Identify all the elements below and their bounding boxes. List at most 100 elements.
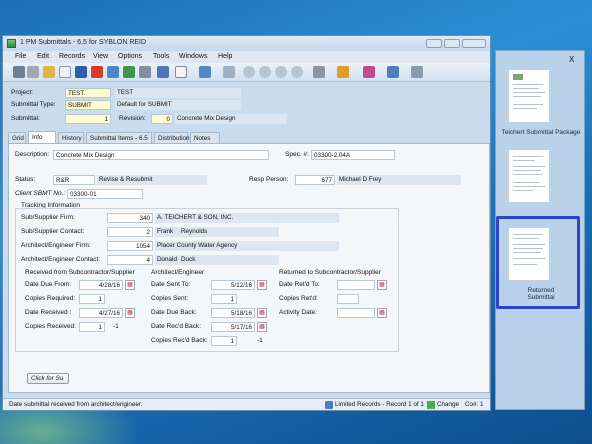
description-field[interactable]: Concrete Mix Design: [53, 150, 269, 160]
date-received-field[interactable]: 4/27/16: [79, 308, 123, 318]
menu-view[interactable]: View: [93, 53, 108, 60]
attach-icon[interactable]: [313, 66, 325, 78]
project-code-field[interactable]: TEST.: [65, 88, 111, 98]
revision-number-field[interactable]: 0: [151, 114, 173, 124]
last-record-icon[interactable]: [291, 66, 303, 78]
menu-file[interactable]: File: [15, 53, 26, 60]
date-retd-to-field[interactable]: [337, 280, 375, 290]
resp-person-id-field[interactable]: 677: [295, 175, 335, 185]
sub-firm-id-field[interactable]: 340: [107, 213, 153, 223]
sub-firm-label: Sub/Supplier Firm:: [21, 214, 75, 221]
thumbnail-label: Teichert Submittal Package: [501, 129, 581, 136]
document-thumbnail[interactable]: [508, 149, 550, 203]
date-sent-to-label: Date Sent To:: [151, 281, 191, 288]
copies-retd-field[interactable]: [337, 294, 359, 304]
resp-person-label: Resp Person:: [249, 176, 289, 183]
workflow-icon[interactable]: [337, 66, 349, 78]
folder-icon[interactable]: [43, 66, 55, 78]
copies-received-field[interactable]: 1: [79, 322, 105, 332]
calendar-icon[interactable]: ▦: [377, 280, 387, 290]
close-button[interactable]: [462, 39, 486, 48]
received-title: Received from Subcontractor/Supplier: [25, 269, 135, 276]
tab-info[interactable]: Info: [28, 131, 56, 143]
status-message: Date submittal received from architect/e…: [9, 401, 143, 408]
tab-notes[interactable]: Notes: [190, 132, 220, 143]
spec-label: Spec. #:: [285, 151, 309, 158]
maximize-button[interactable]: [444, 39, 460, 48]
report-icon[interactable]: [157, 66, 169, 78]
copies-sent-field[interactable]: 1: [211, 294, 237, 304]
calendar-icon[interactable]: ▦: [257, 322, 267, 332]
date-recd-back-field[interactable]: 5/17/16: [211, 322, 255, 332]
menu-edit[interactable]: Edit: [37, 53, 49, 60]
status-desc: Revise & Resubmit: [97, 175, 207, 185]
calendar-icon[interactable]: ▦: [125, 308, 135, 318]
calendar-icon[interactable]: ▦: [377, 308, 387, 318]
print-icon[interactable]: [13, 66, 25, 78]
status-code-field[interactable]: R&R: [53, 175, 95, 185]
check-icon[interactable]: [223, 66, 235, 78]
undo-icon[interactable]: [107, 66, 119, 78]
menu-tools[interactable]: Tools: [153, 53, 169, 60]
tab-submittal-items[interactable]: Submittal Items - 6.5: [86, 132, 152, 143]
menu-records[interactable]: Records: [59, 53, 85, 60]
toolbar: [3, 63, 490, 82]
arch-firm-id-field[interactable]: 1054: [107, 241, 153, 251]
status-label: Status:: [15, 176, 36, 183]
sub-contact-label: Sub/Supplier Contact:: [21, 228, 85, 235]
date-recd-back-label: Date Rec'd Back:: [151, 323, 202, 330]
copies-recd-back-balance: -1: [257, 337, 263, 344]
change-status: Change: [437, 401, 460, 408]
click-for-summary-button[interactable]: Click for Su: [27, 373, 69, 384]
date-due-from-label: Date Due From:: [25, 281, 72, 288]
side-pane-close-button[interactable]: X: [569, 55, 574, 64]
submittal-number-field[interactable]: 1: [65, 114, 111, 124]
arch-contact-last: Duck: [179, 255, 279, 265]
minimize-button[interactable]: [426, 39, 442, 48]
first-record-icon[interactable]: [243, 66, 255, 78]
resp-person-name: Michael D Frey: [337, 175, 461, 185]
copies-sent-label: Copies Sent:: [151, 295, 189, 302]
logo-icon: [513, 74, 523, 80]
new-record-icon[interactable]: [59, 66, 71, 78]
tab-distribution[interactable]: Distribution: [154, 132, 190, 143]
calendar-icon[interactable]: ▦: [257, 308, 267, 318]
edit-icon[interactable]: [363, 66, 375, 78]
arch-contact-id-field[interactable]: 4: [107, 255, 153, 265]
submittal-type-field[interactable]: SUBMIT: [65, 100, 111, 110]
activity-date-field[interactable]: [337, 308, 375, 318]
document-icon[interactable]: [175, 66, 187, 78]
menu-windows[interactable]: Windows: [179, 53, 207, 60]
sub-contact-last: Reynolds: [179, 227, 279, 237]
copies-required-field[interactable]: 1: [79, 294, 105, 304]
calendar-icon[interactable]: ▦: [257, 280, 267, 290]
copies-recd-back-field[interactable]: 1: [211, 336, 237, 346]
menu-help[interactable]: Help: [218, 53, 232, 60]
date-sent-to-field[interactable]: 5/12/16: [211, 280, 255, 290]
arch-contact-first: Donald: [155, 255, 179, 265]
sub-contact-id-field[interactable]: 2: [107, 227, 153, 237]
filter-icon[interactable]: [199, 66, 211, 78]
tab-grid[interactable]: Grid: [8, 132, 26, 143]
date-due-from-field[interactable]: 4/28/16: [79, 280, 123, 290]
refresh-icon[interactable]: [123, 66, 135, 78]
main-window: 1 PM Submittals - 6.5 for SYBLON REID Fi…: [2, 35, 491, 411]
save-icon[interactable]: [75, 66, 87, 78]
settings-icon[interactable]: [411, 66, 423, 78]
menu-options[interactable]: Options: [118, 53, 142, 60]
calendar-icon[interactable]: ▦: [125, 280, 135, 290]
next-record-icon[interactable]: [275, 66, 287, 78]
spec-field[interactable]: 03300-2.04A: [311, 150, 395, 160]
date-due-back-field[interactable]: 5/18/16: [211, 308, 255, 318]
copies-recd-back-label: Copies Rec'd Back:: [151, 337, 208, 344]
document-thumbnail[interactable]: [508, 69, 550, 123]
link-icon[interactable]: [27, 66, 39, 78]
revision-label: Revision:: [119, 115, 146, 122]
delete-icon[interactable]: [91, 66, 103, 78]
search-icon[interactable]: [139, 66, 151, 78]
client-sbmt-field[interactable]: 03300-01: [67, 189, 143, 199]
arch-contact-label: Architect/Engineer Contact:: [21, 256, 101, 263]
tab-history[interactable]: History: [58, 132, 84, 143]
previous-record-icon[interactable]: [259, 66, 271, 78]
pen-icon[interactable]: [387, 66, 399, 78]
